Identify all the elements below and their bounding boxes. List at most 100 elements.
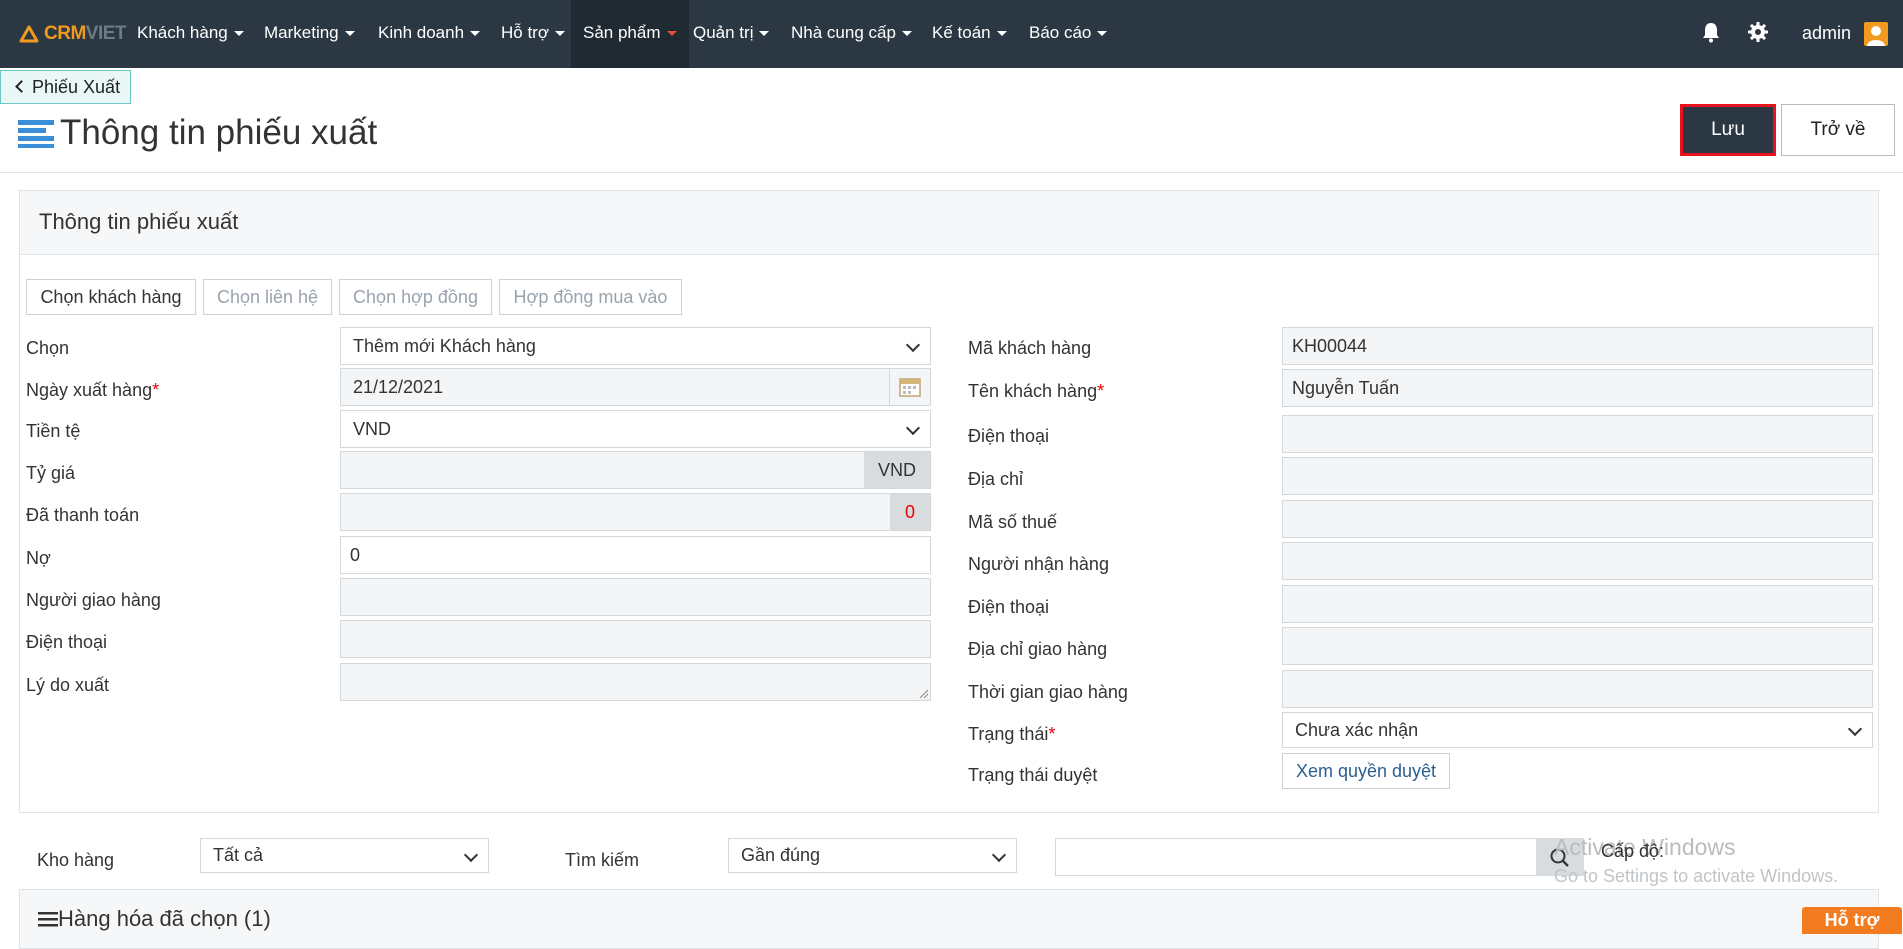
deliverer-input[interactable] [340, 578, 931, 616]
choose-contract-button[interactable]: Chọn hợp đồng [339, 279, 492, 315]
paid-addon: 0 [890, 494, 930, 530]
currency-select[interactable]: VND [340, 410, 931, 448]
reason-textarea[interactable] [340, 663, 931, 701]
label-dien-thoai: Điện thoại [26, 632, 108, 652]
nav-bao-cao[interactable]: Báo cáo [1029, 0, 1108, 68]
chevron-down-icon [901, 31, 912, 37]
selected-goods-panel: Hàng hóa đã chọn (1) [19, 889, 1879, 949]
menu-icon [38, 912, 58, 927]
label-nguoi-giao: Người giao hàng [26, 590, 161, 610]
phone-input[interactable] [340, 620, 931, 658]
chevron-down-icon [1847, 721, 1863, 737]
label-trang-thai-duyet: Trạng thái duyệt [968, 765, 1098, 785]
avatar[interactable] [1864, 22, 1888, 46]
label-dien-thoai-kh: Điện thoại [968, 426, 1050, 446]
user-name[interactable]: admin [1802, 0, 1851, 68]
page-title: Thông tin phiếu xuất [60, 113, 378, 152]
export-date-input[interactable]: 21/12/2021 [340, 368, 931, 406]
selected-goods-title[interactable]: Hàng hóa đã chọn (1) [38, 906, 271, 932]
paid-input[interactable]: 0 [340, 493, 931, 531]
back-to-list-button[interactable]: Phiếu Xuất [0, 70, 131, 104]
label-nguoi-nhan: Người nhận hàng [968, 554, 1109, 574]
brand-crm: CRM [44, 23, 86, 44]
chevron-down-icon [996, 31, 1007, 37]
tax-code-input[interactable] [1282, 500, 1873, 538]
chevron-down-icon [905, 420, 921, 436]
label-ty-gia: Tỷ giá [26, 463, 76, 483]
receiver-phone-input[interactable] [1282, 585, 1873, 623]
delivery-time-input[interactable] [1282, 670, 1873, 708]
label-ma-kh: Mã khách hàng [968, 338, 1092, 358]
nav-marketing[interactable]: Marketing [264, 0, 355, 68]
search-input[interactable] [1055, 838, 1537, 876]
label-ngay-xuat: Ngày xuất hàng* [26, 380, 160, 400]
bell-icon[interactable] [1699, 20, 1723, 44]
resize-handle-icon[interactable] [918, 688, 928, 698]
nav-khach-hang[interactable]: Khách hàng [137, 0, 244, 68]
support-button[interactable]: Hỗ trợ [1802, 907, 1902, 934]
nav-san-pham[interactable]: Sản phẩm [571, 0, 689, 68]
label-dien-thoai-nhan: Điện thoại [968, 597, 1050, 617]
nav-kinh-doanh[interactable]: Kinh doanh [378, 0, 481, 68]
label-cap-do: Cấp độ: [1601, 841, 1665, 861]
status-select[interactable]: Chưa xác nhận [1282, 712, 1873, 748]
chevron-down-icon [666, 31, 677, 37]
search-mode-select[interactable]: Gần đúng [728, 838, 1017, 873]
chevron-down-icon [991, 847, 1007, 863]
nav-ho-tro[interactable]: Hỗ trợ [501, 0, 565, 68]
currency-addon: VND [864, 452, 930, 488]
brand-viet: VIET [85, 23, 127, 44]
gear-icon[interactable] [1746, 20, 1770, 44]
view-approval-button[interactable]: Xem quyền duyệt [1282, 753, 1450, 789]
back-button[interactable]: Trở về [1781, 104, 1895, 156]
label-no: Nợ [26, 548, 51, 568]
customer-name-input[interactable]: Nguyễn Tuấn [1282, 369, 1873, 407]
debt-input[interactable]: 0 [340, 536, 931, 574]
label-tim-kiem: Tìm kiếm [565, 850, 639, 870]
choose-customer-button[interactable]: Chọn khách hàng [26, 279, 196, 315]
user-icon [1867, 26, 1885, 46]
logo-icon [19, 25, 39, 43]
exchange-rate-input[interactable]: VND [340, 451, 931, 489]
label-ma-so-thue: Mã số thuế [968, 512, 1058, 532]
select-chon[interactable]: Thêm mới Khách hàng [340, 327, 931, 365]
customer-phone-input[interactable] [1282, 415, 1873, 453]
chevron-down-icon [470, 31, 481, 37]
label-tien-te: Tiền tệ [26, 421, 81, 441]
label-thoi-gian: Thời gian giao hàng [968, 682, 1128, 702]
list-icon [18, 120, 54, 148]
panel-header: Thông tin phiếu xuất [20, 191, 1878, 255]
chevron-left-icon [15, 80, 28, 93]
label-ly-do: Lý do xuất [26, 675, 110, 695]
delivery-address-input[interactable] [1282, 627, 1873, 665]
nav-nha-cung-cap[interactable]: Nhà cung cấp [791, 0, 912, 68]
label-trang-thai: Trạng thái* [968, 724, 1056, 744]
label-da-thanh-toan: Đã thanh toán [26, 505, 140, 525]
warehouse-select[interactable]: Tất cả [200, 838, 489, 873]
nav-quan-tri[interactable]: Quản trị [693, 0, 770, 68]
chevron-down-icon [344, 31, 355, 37]
brand-logo[interactable]: CRM VIET [18, 20, 127, 48]
divider [0, 172, 1903, 173]
panel-title: Thông tin phiếu xuất [39, 209, 239, 234]
label-kho-hang: Kho hàng [37, 850, 115, 870]
label-dia-chi: Địa chỉ [968, 469, 1024, 489]
top-navbar: CRM VIET Khách hàng Marketing Kinh doanh … [0, 0, 1903, 68]
chevron-down-icon [233, 31, 244, 37]
chevron-down-icon [1097, 31, 1108, 37]
calendar-icon[interactable] [889, 369, 930, 405]
purchase-contract-button[interactable]: Hợp đồng mua vào [499, 279, 682, 315]
receiver-input[interactable] [1282, 542, 1873, 580]
choose-contact-button[interactable]: Chọn liên hệ [203, 279, 332, 315]
address-input[interactable] [1282, 457, 1873, 495]
label-dia-chi-giao: Địa chỉ giao hàng [968, 639, 1108, 659]
chevron-down-icon [905, 337, 921, 353]
chevron-down-icon [463, 847, 479, 863]
nav-ke-toan[interactable]: Kế toán [932, 0, 1007, 68]
customer-code-input[interactable]: KH00044 [1282, 327, 1873, 365]
page-header: Thông tin phiếu xuất [18, 108, 377, 158]
chevron-down-icon [555, 31, 565, 37]
label-ten-kh: Tên khách hàng* [968, 381, 1105, 401]
save-button[interactable]: Lưu [1680, 104, 1776, 156]
label-chon: Chọn [26, 338, 70, 358]
